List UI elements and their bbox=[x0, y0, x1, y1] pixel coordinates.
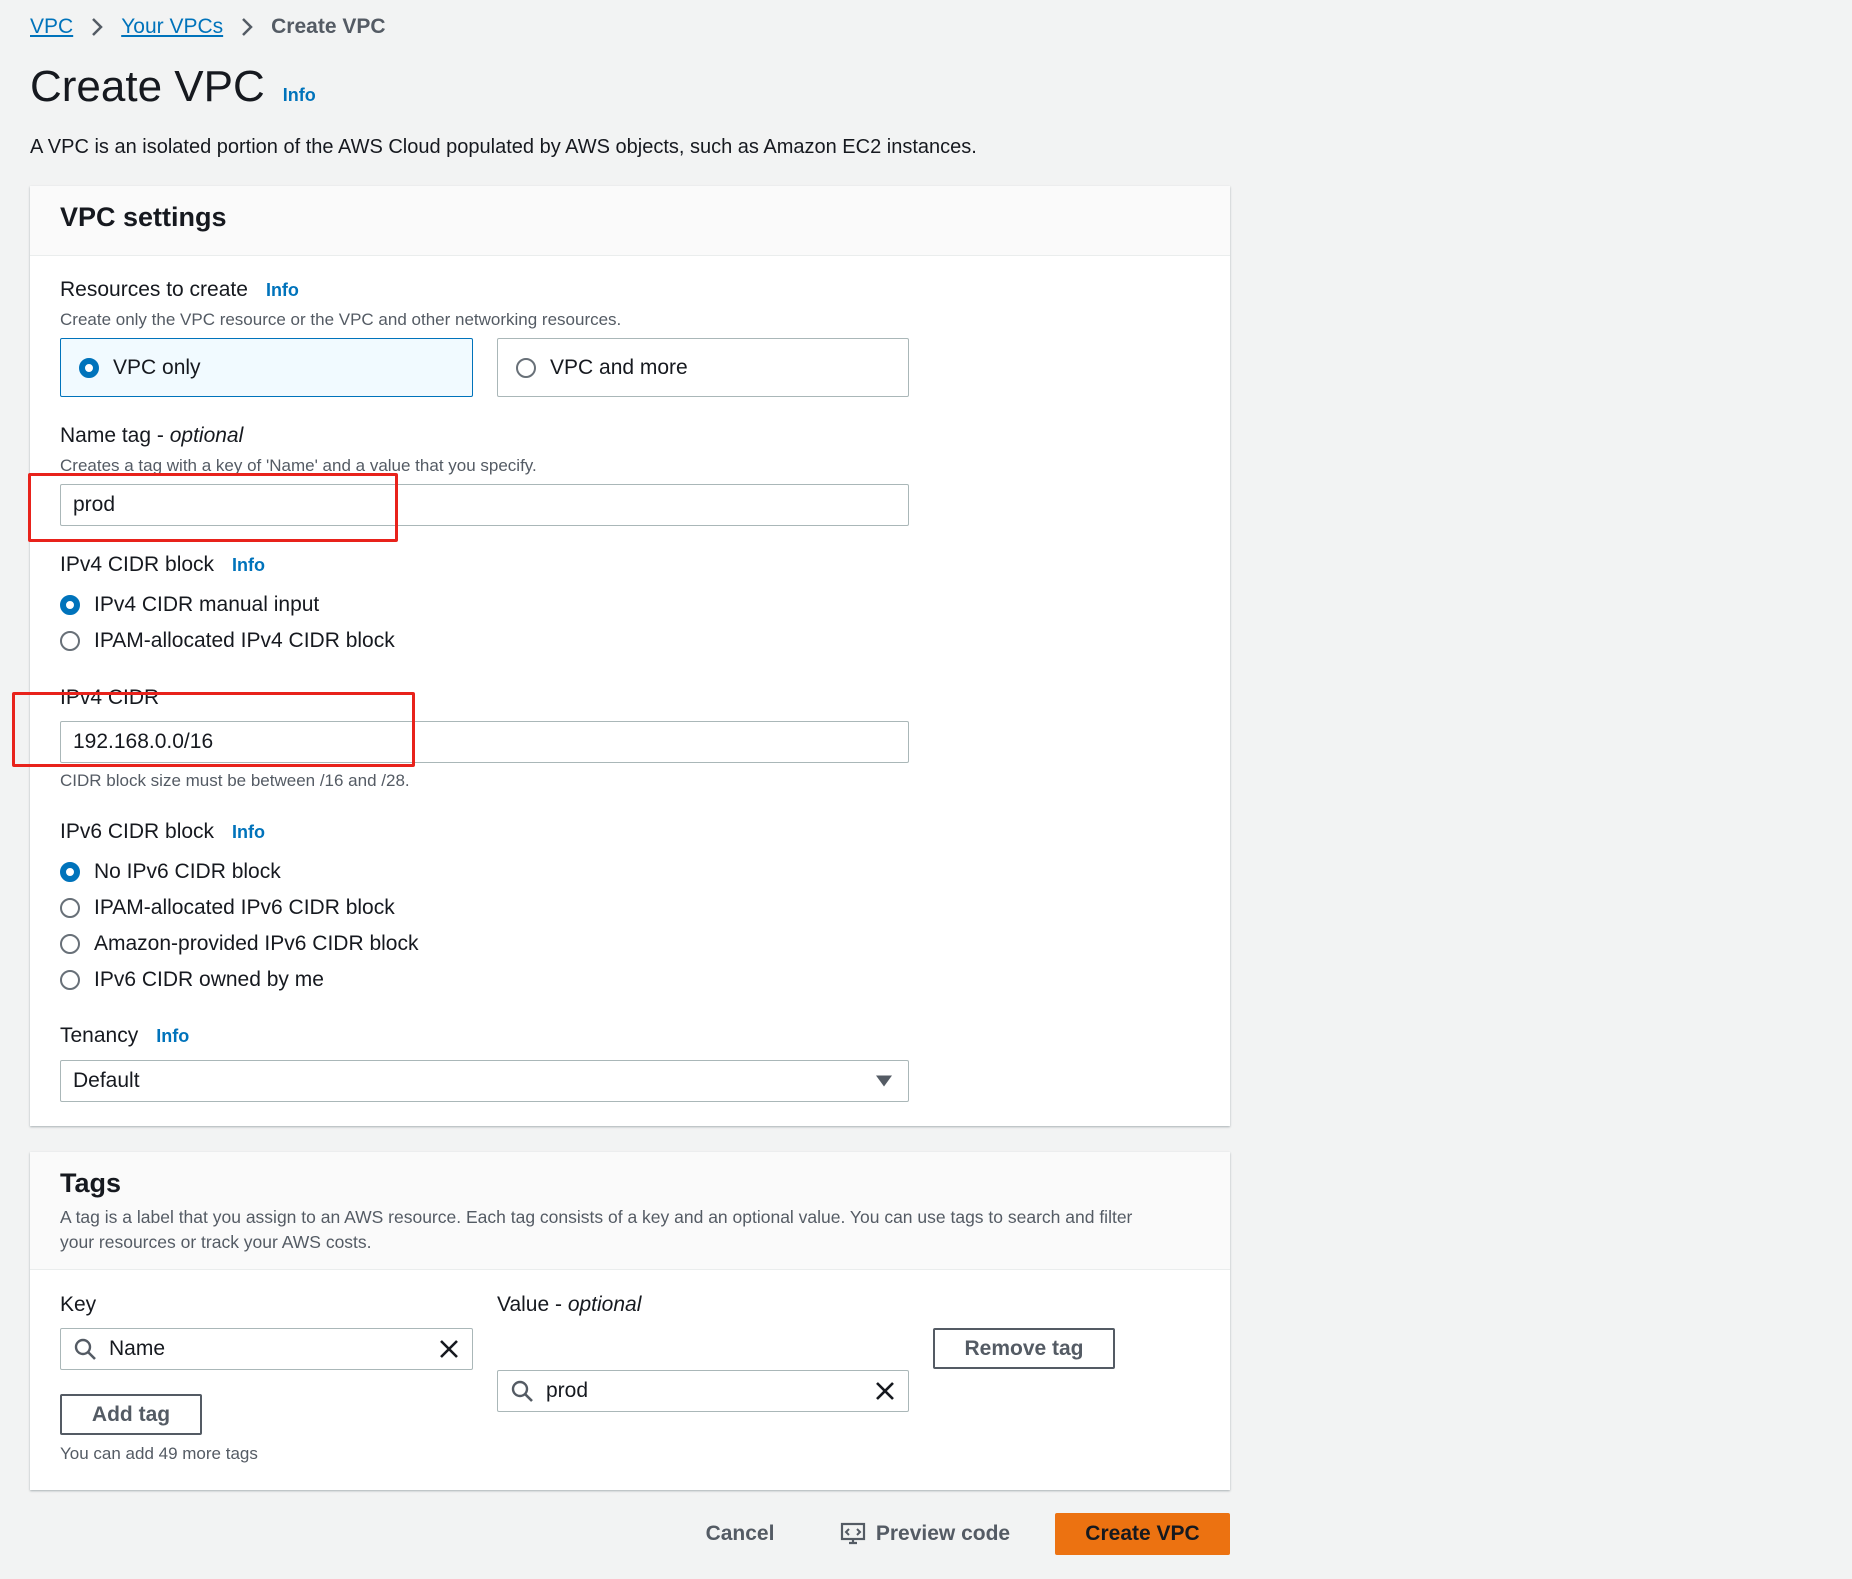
resources-hint: Create only the VPC resource or the VPC … bbox=[60, 310, 622, 329]
title-info-link[interactable]: Info bbox=[283, 85, 316, 106]
breadcrumb-vpc-link[interactable]: VPC bbox=[30, 15, 73, 39]
tenancy-label-text: Tenancy bbox=[60, 1024, 139, 1047]
ipv6-block-label-text: IPv6 CIDR block bbox=[60, 820, 215, 843]
breadcrumb-your-vpcs-link[interactable]: Your VPCs bbox=[121, 15, 223, 39]
tags-remaining: You can add 49 more tags bbox=[60, 1444, 258, 1463]
tag-value-label: Value - optional bbox=[497, 1293, 641, 1317]
ipv4-ipam-radio[interactable] bbox=[60, 631, 80, 651]
chevron-right-icon bbox=[223, 17, 271, 37]
chevron-right-icon bbox=[73, 17, 121, 37]
tag-value-label-text: Value - bbox=[497, 1293, 568, 1316]
tags-description-line2: your resources or track your AWS costs. bbox=[60, 1232, 372, 1252]
name-tag-input[interactable]: prod bbox=[60, 484, 909, 526]
tag-key-label: Key bbox=[60, 1293, 96, 1317]
ipv4-cidr-label-text: IPv4 CIDR bbox=[60, 686, 160, 709]
resources-info-link[interactable]: Info bbox=[266, 280, 299, 301]
vpc-only-radio[interactable] bbox=[79, 357, 99, 378]
ipv6-none-label: No IPv6 CIDR block bbox=[94, 860, 281, 883]
search-icon bbox=[74, 1338, 96, 1360]
tags-panel: Tags bbox=[30, 1152, 1230, 1490]
ipv4-block-info-link[interactable]: Info bbox=[232, 555, 265, 576]
ipv6-owned-label: IPv6 CIDR owned by me bbox=[94, 968, 324, 991]
ipv4-block-label-text: IPv4 CIDR block bbox=[60, 553, 215, 576]
tenancy-select-value: Default bbox=[73, 1069, 140, 1092]
tags-description: A tag is a label that you assign to an A… bbox=[60, 1205, 1200, 1255]
ipv6-none-radio[interactable] bbox=[60, 862, 80, 882]
tags-description-line1: A tag is a label that you assign to an A… bbox=[60, 1207, 1133, 1227]
ipv6-owned-option[interactable]: IPv6 CIDR owned by me bbox=[60, 965, 324, 995]
remove-tag-button[interactable]: Remove tag bbox=[933, 1328, 1115, 1369]
page-description: A VPC is an isolated portion of the AWS … bbox=[30, 136, 977, 158]
resources-label-text: Resources to create bbox=[60, 278, 248, 301]
page-title: Create VPC Info bbox=[30, 62, 316, 112]
tag-key-label-text: Key bbox=[60, 1293, 97, 1316]
name-tag-label: Name tag - optional bbox=[60, 424, 243, 448]
vpc-settings-title: VPC settings bbox=[60, 202, 227, 232]
ipv4-cidr-label: IPv4 CIDR bbox=[60, 686, 159, 710]
search-icon bbox=[511, 1380, 533, 1402]
ipv4-manual-label: IPv4 CIDR manual input bbox=[94, 593, 320, 616]
preview-code-label: Preview code bbox=[875, 1522, 1011, 1545]
create-vpc-button[interactable]: Create VPC bbox=[1055, 1513, 1230, 1555]
page-title-text: Create VPC bbox=[30, 62, 265, 111]
ipv6-amazon-option[interactable]: Amazon-provided IPv6 CIDR block bbox=[60, 929, 418, 959]
vpc-and-more-radio[interactable] bbox=[516, 357, 536, 378]
ipv6-ipam-radio[interactable] bbox=[60, 898, 80, 918]
tenancy-info-link[interactable]: Info bbox=[156, 1026, 189, 1047]
ipv6-amazon-label: Amazon-provided IPv6 CIDR block bbox=[94, 932, 419, 955]
resources-label: Resources to create Info bbox=[60, 278, 299, 302]
cancel-button[interactable]: Cancel bbox=[690, 1514, 790, 1554]
tags-title: Tags bbox=[60, 1168, 122, 1198]
vpc-only-tile[interactable]: VPC only bbox=[60, 338, 473, 397]
ipv6-block-label: IPv6 CIDR block Info bbox=[60, 820, 265, 844]
ipv4-ipam-label: IPAM-allocated IPv4 CIDR block bbox=[94, 629, 395, 652]
preview-code-button[interactable]: Preview code bbox=[830, 1514, 1020, 1554]
name-tag-hint: Creates a tag with a key of 'Name' and a… bbox=[60, 456, 537, 475]
tenancy-select[interactable]: Default bbox=[60, 1060, 909, 1102]
tag-value-optional: optional bbox=[567, 1293, 642, 1316]
vpc-settings-header: VPC settings bbox=[30, 186, 1230, 256]
breadcrumb-current: Create VPC bbox=[271, 15, 386, 38]
close-icon[interactable] bbox=[438, 1338, 460, 1360]
vpc-and-more-label: VPC and more bbox=[550, 355, 688, 379]
ipv4-block-label: IPv4 CIDR block Info bbox=[60, 553, 265, 577]
ipv4-ipam-option[interactable]: IPAM-allocated IPv4 CIDR block bbox=[60, 626, 395, 656]
ipv4-manual-option[interactable]: IPv4 CIDR manual input bbox=[60, 590, 319, 620]
name-tag-label-text: Name tag - bbox=[60, 424, 170, 447]
ipv6-ipam-option[interactable]: IPAM-allocated IPv6 CIDR block bbox=[60, 893, 395, 923]
preview-code-icon bbox=[840, 1522, 865, 1545]
ipv6-none-option[interactable]: No IPv6 CIDR block bbox=[60, 857, 281, 887]
ipv4-manual-radio[interactable] bbox=[60, 595, 80, 615]
add-tag-button[interactable]: Add tag bbox=[60, 1394, 202, 1435]
breadcrumb: VPC Your VPCs Create VPC bbox=[30, 12, 386, 42]
ipv6-amazon-radio[interactable] bbox=[60, 934, 80, 954]
ipv4-cidr-input[interactable]: 192.168.0.0/16 bbox=[60, 721, 909, 763]
vpc-and-more-tile[interactable]: VPC and more bbox=[497, 338, 909, 397]
ipv6-block-info-link[interactable]: Info bbox=[232, 822, 265, 843]
tenancy-label: Tenancy Info bbox=[60, 1024, 189, 1048]
vpc-only-label: VPC only bbox=[113, 355, 201, 379]
ipv6-ipam-label: IPAM-allocated IPv6 CIDR block bbox=[94, 896, 395, 919]
close-icon[interactable] bbox=[874, 1380, 896, 1402]
tag-key-input[interactable]: Name bbox=[60, 1328, 473, 1370]
ipv6-owned-radio[interactable] bbox=[60, 970, 80, 990]
name-tag-optional: optional bbox=[169, 424, 244, 447]
tag-value-input[interactable]: prod bbox=[497, 1370, 909, 1412]
caret-down-icon bbox=[876, 1075, 892, 1087]
ipv4-cidr-hint: CIDR block size must be between /16 and … bbox=[60, 771, 410, 790]
